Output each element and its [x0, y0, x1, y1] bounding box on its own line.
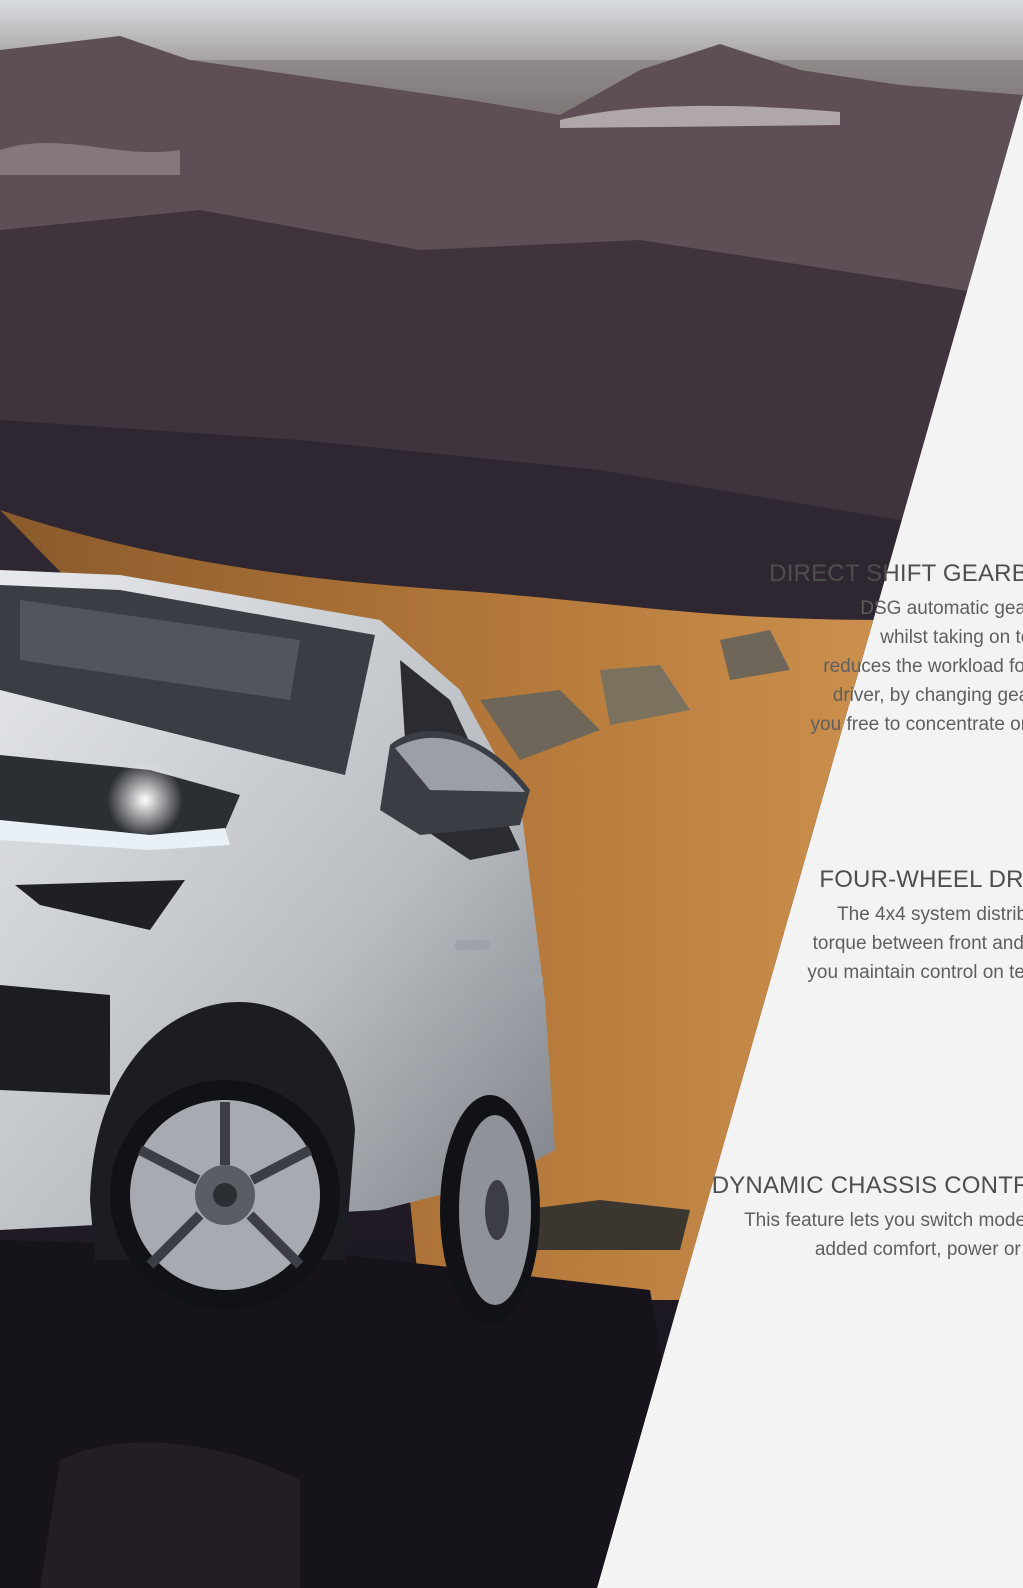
- feature-line: This feature lets you switch modes for: [744, 1210, 1023, 1231]
- hero-photo: [0, 0, 1023, 1588]
- feature-title: DYNAMIC CHASSIS CONTROL: [711, 1172, 1023, 1199]
- feature-line: reduces the workload for the: [823, 656, 1023, 677]
- feature-line: you free to concentrate on the: [810, 714, 1023, 735]
- feature-line: added comfort, power or grip.: [814, 1239, 1023, 1260]
- feature-direct-shift-gearbox: DIRECT SHIFT GEARBOX DSG automatic gearb…: [543, 560, 1023, 739]
- feature-line: whilst taking on tough: [880, 627, 1023, 648]
- feature-line: The 4x4 system distributes: [837, 904, 1023, 925]
- feature-four-wheel-drive: FOUR-WHEEL DRIVE The 4x4 system distribu…: [543, 866, 1023, 987]
- feature-line: DSG automatic gearbox: [860, 598, 1023, 619]
- suv-mountain-illustration: [0, 0, 1023, 1588]
- feature-line: torque between front and rear: [812, 933, 1023, 954]
- feature-title: DIRECT SHIFT GEARBOX: [769, 560, 1023, 587]
- feature-line: driver, by changing gear for: [832, 685, 1023, 706]
- feature-description: The 4x4 system distributes torque betwee…: [543, 900, 1023, 987]
- feature-description: DSG automatic gearbox whilst taking on t…: [543, 594, 1023, 739]
- feature-title: FOUR-WHEEL DRIVE: [819, 866, 1023, 893]
- feature-description: This feature lets you switch modes for a…: [543, 1206, 1023, 1264]
- feature-dynamic-chassis-control: DYNAMIC CHASSIS CONTROL This feature let…: [543, 1172, 1023, 1264]
- feature-line: you maintain control on terrain: [807, 962, 1023, 983]
